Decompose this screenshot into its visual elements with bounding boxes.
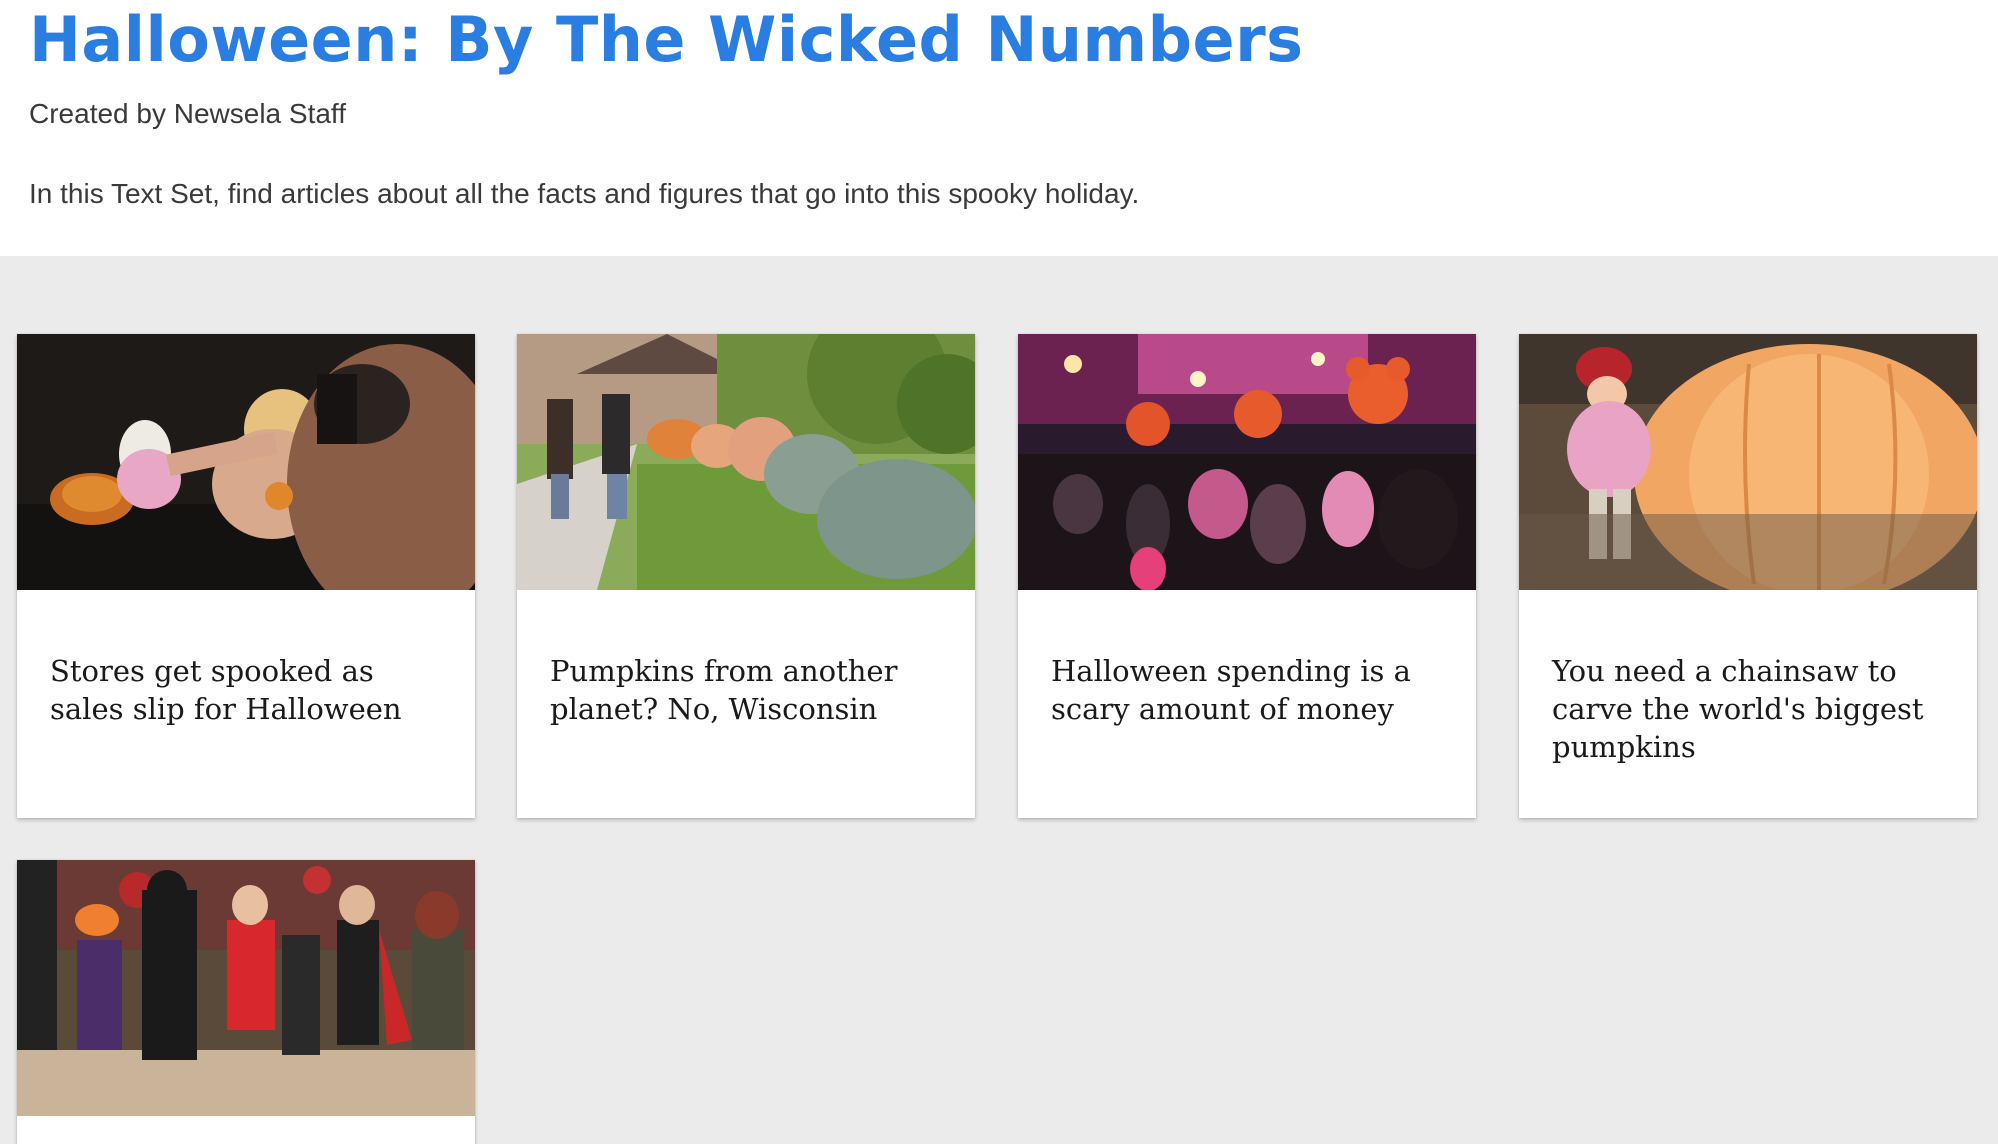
text-set-header: Halloween: By The Wicked Numbers Created…: [0, 0, 1998, 256]
article-image[interactable]: [1519, 334, 1977, 590]
article-card[interactable]: Pumpkins from another planet? No, Wiscon…: [517, 334, 975, 818]
article-title[interactable]: You need a chainsaw to carve the world's…: [1552, 652, 1952, 766]
article-image[interactable]: [17, 334, 475, 590]
article-grid: Stores get spooked as sales slip for Hal…: [0, 256, 1998, 1144]
article-image[interactable]: [1018, 334, 1476, 590]
article-card[interactable]: Stores get spooked as sales slip for Hal…: [17, 334, 475, 818]
article-card[interactable]: [17, 860, 475, 1144]
theme-park-halloween-crowd-photo-icon: [1018, 334, 1476, 590]
article-image[interactable]: [517, 334, 975, 590]
creator-credit: Created by Newsela Staff: [29, 98, 346, 129]
page-title: Halloween: By The Wicked Numbers: [29, 3, 1304, 76]
child-giant-pumpkin-photo-icon: [1519, 334, 1977, 590]
costume-group-photo-icon: [17, 860, 475, 1116]
text-set-description: In this Text Set, find articles about al…: [29, 178, 1140, 209]
article-card[interactable]: You need a chainsaw to carve the world's…: [1519, 334, 1977, 818]
article-title[interactable]: Halloween spending is a scary amount of …: [1051, 652, 1451, 728]
giant-pumpkins-lawn-photo-icon: [517, 334, 975, 590]
dog-costume-photo-icon: [17, 334, 475, 590]
article-card[interactable]: Halloween spending is a scary amount of …: [1018, 334, 1476, 818]
article-title[interactable]: Pumpkins from another planet? No, Wiscon…: [550, 652, 950, 728]
article-image[interactable]: [17, 860, 475, 1116]
article-title[interactable]: Stores get spooked as sales slip for Hal…: [50, 652, 450, 728]
